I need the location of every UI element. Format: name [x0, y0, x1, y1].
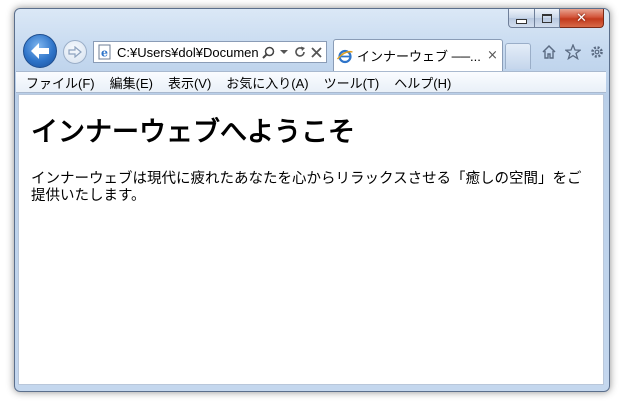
minimize-button[interactable]: [508, 9, 535, 28]
dropdown-icon: [280, 50, 288, 54]
star-icon: [565, 44, 581, 60]
back-button[interactable]: [23, 34, 57, 68]
search-icon: [261, 46, 274, 59]
search-button[interactable]: [261, 43, 275, 61]
ie-tab-icon: [337, 49, 353, 63]
navigation-bar: e C:¥Users¥dol¥Documen インナーウェブ ──... ×: [15, 31, 609, 71]
menu-view[interactable]: 表示(V): [168, 73, 211, 92]
menu-bar: ファイル(F) 編集(E) 表示(V) お気に入り(A) ツール(T) ヘルプ(…: [16, 71, 606, 93]
tools-button[interactable]: [587, 42, 607, 62]
back-arrow-icon: [31, 43, 49, 59]
gear-icon: [591, 46, 603, 58]
home-button[interactable]: [539, 42, 559, 62]
close-icon: ✕: [576, 10, 587, 26]
menu-edit[interactable]: 編集(E): [110, 73, 153, 92]
address-bar[interactable]: e C:¥Users¥dol¥Documen: [93, 41, 327, 63]
menu-favorites[interactable]: お気に入り(A): [226, 73, 308, 92]
favorites-button[interactable]: [563, 42, 583, 62]
menu-file[interactable]: ファイル(F): [26, 73, 95, 92]
ie-page-icon: e: [98, 44, 111, 60]
minimize-icon: [516, 18, 527, 24]
refresh-button[interactable]: [293, 43, 307, 61]
browser-window: ✕ e C:¥Users¥dol¥Documen インナーウェブ ──... ×…: [14, 8, 610, 392]
svg-text:e: e: [101, 47, 108, 60]
page-paragraph: インナーウェブは現代に疲れたあなたを心からリラックスさせる「癒しの空間」をご提供…: [31, 171, 582, 205]
stop-button[interactable]: [309, 43, 323, 61]
stop-icon: [310, 46, 322, 58]
address-dropdown-button[interactable]: [277, 43, 291, 61]
tab-inner-web[interactable]: インナーウェブ ──... ×: [333, 39, 503, 71]
tab-close-button[interactable]: ×: [487, 49, 498, 62]
refresh-icon: [295, 46, 305, 57]
address-text[interactable]: C:¥Users¥dol¥Documen: [117, 45, 259, 60]
page-content: インナーウェブへようこそ インナーウェブは現代に疲れたあなたを心からリラックスさ…: [18, 94, 604, 385]
new-tab-button[interactable]: [505, 43, 531, 69]
maximize-icon: [542, 13, 552, 23]
page-heading: インナーウェブへようこそ: [31, 117, 355, 148]
maximize-button[interactable]: [535, 9, 560, 28]
forward-button[interactable]: [63, 40, 87, 64]
caption-buttons: ✕: [508, 9, 604, 29]
tab-title: インナーウェブ ──...: [357, 49, 481, 64]
home-icon: [542, 44, 556, 59]
menu-help[interactable]: ヘルプ(H): [394, 73, 451, 92]
close-window-button[interactable]: ✕: [560, 9, 604, 28]
forward-arrow-icon: [68, 46, 82, 58]
menu-tools[interactable]: ツール(T): [324, 73, 380, 92]
